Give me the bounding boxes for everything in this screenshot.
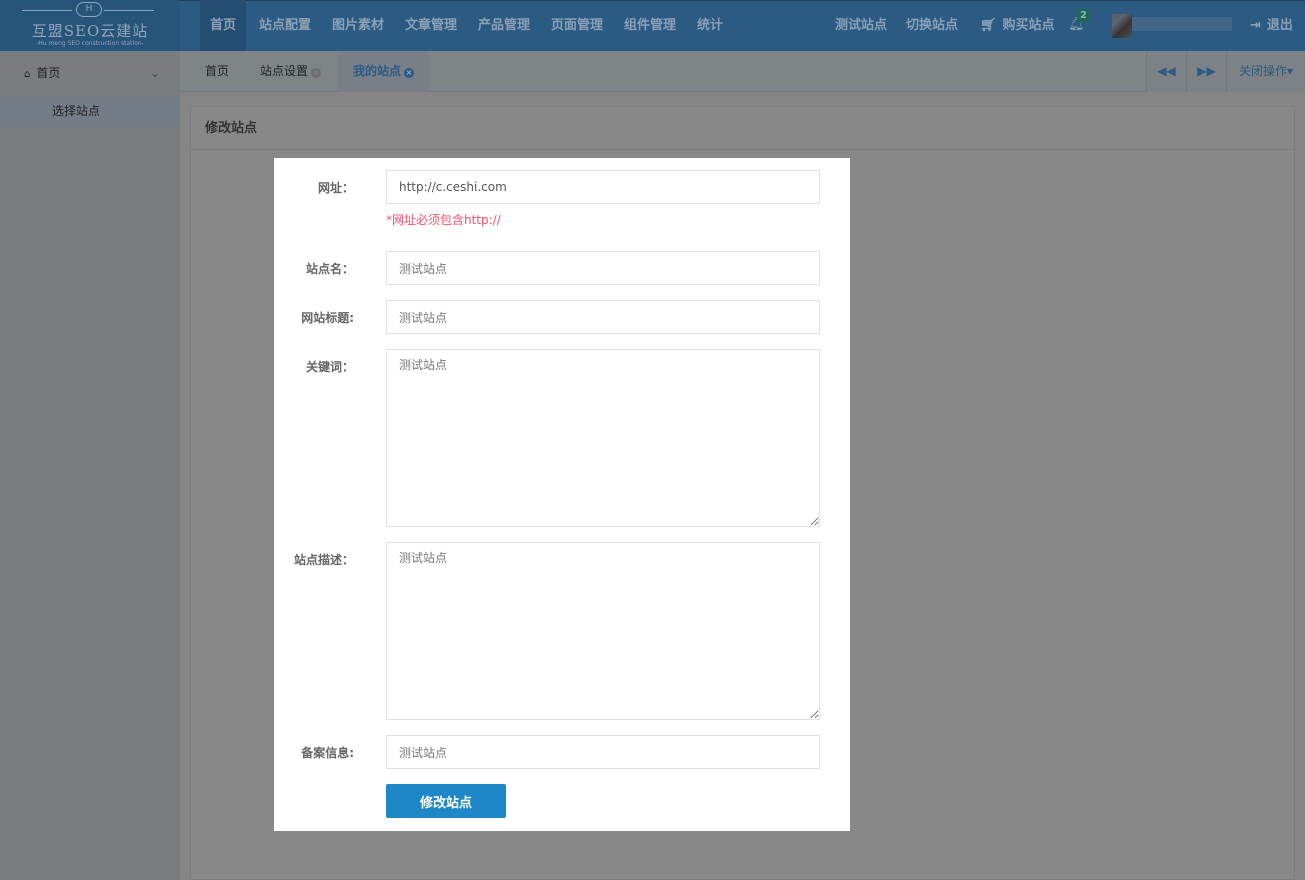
cart-icon: 🛒︎ <box>980 18 997 33</box>
logo-subtitle: -Hu meng SEO construction station- <box>36 40 144 47</box>
tab-my-sites[interactable]: 我的站点 × <box>338 51 430 92</box>
test-site-link[interactable]: 测试站点 <box>825 0 897 51</box>
home-icon: ⌂ <box>24 69 31 80</box>
scroll-right-button[interactable]: ▶▶ <box>1186 51 1226 92</box>
logout-label: 退出 <box>1266 18 1293 33</box>
url-hint: *网址必须包含http:// <box>386 213 501 227</box>
backward-icon: ◀◀ <box>1157 64 1176 78</box>
description-label: 站点描述： <box>293 553 354 567</box>
switch-site-link[interactable]: 切换站点 <box>896 0 968 51</box>
close-icon[interactable]: × <box>311 68 322 78</box>
tab-label: 首页 <box>205 64 230 78</box>
logout-link[interactable]: ⇥ 退出 <box>1240 0 1303 51</box>
sidebar-home-label: 首页 <box>36 66 61 80</box>
tab-label: 站点设置 <box>260 64 309 78</box>
sidebar: ⌂ 首页 ⌄ 选择站点 <box>0 51 180 880</box>
chevron-down-icon: ⌄ <box>149 66 160 80</box>
cloud-icon: H <box>76 2 102 17</box>
icp-input[interactable] <box>386 735 820 769</box>
nav-components[interactable]: 组件管理 <box>614 0 686 51</box>
edit-site-modal: 网址： *网址必须包含http:// 站点名： 网站标题: 关键词： 测试站点 … <box>274 158 850 831</box>
nav-stats[interactable]: 统计 <box>687 0 733 51</box>
nav-home[interactable]: 首页 <box>200 0 247 51</box>
nav-images[interactable]: 图片素材 <box>322 0 394 51</box>
caret-down-icon: ▾ <box>1286 64 1294 78</box>
logo-title: 互盟SEO云建站 <box>31 22 149 40</box>
buy-site-link[interactable]: 🛒︎ 购买站点 <box>970 0 1065 51</box>
username-blurred <box>1132 17 1232 31</box>
close-operations-dropdown[interactable]: 关闭操作▾ <box>1226 51 1305 92</box>
nav-pages[interactable]: 页面管理 <box>541 0 613 51</box>
site-name-input[interactable] <box>386 251 820 285</box>
buy-site-label: 购买站点 <box>1002 18 1055 33</box>
icp-label: 备案信息: <box>301 746 354 760</box>
url-label: 网址： <box>317 181 354 195</box>
logout-icon: ⇥ <box>1250 18 1261 33</box>
sidebar-home[interactable]: ⌂ 首页 ⌄ <box>0 51 180 96</box>
forward-icon: ▶▶ <box>1197 64 1216 78</box>
tab-label: 我的站点 <box>353 64 402 78</box>
panel-title: 修改站点 <box>191 107 1294 150</box>
logo[interactable]: H 互盟SEO云建站 -Hu meng SEO construction sta… <box>0 0 180 51</box>
avatar[interactable] <box>1112 14 1132 38</box>
notification-badge: 2 <box>1077 9 1090 22</box>
site-title-label: 网站标题: <box>301 311 354 325</box>
close-ops-label: 关闭操作 <box>1238 64 1287 78</box>
nav-products[interactable]: 产品管理 <box>468 0 540 51</box>
scroll-left-button[interactable]: ◀◀ <box>1146 51 1186 92</box>
description-textarea[interactable]: 测试站点 <box>386 542 820 720</box>
tab-site-settings[interactable]: 站点设置 × <box>245 51 336 92</box>
keywords-label: 关键词： <box>305 360 354 374</box>
close-icon[interactable]: × <box>404 68 415 78</box>
tab-home[interactable]: 首页 <box>190 51 244 92</box>
submit-edit-site-button[interactable]: 修改站点 <box>386 784 506 818</box>
site-title-input[interactable] <box>386 300 820 334</box>
keywords-textarea[interactable]: 测试站点 <box>386 349 820 527</box>
url-input[interactable] <box>386 170 820 204</box>
sidebar-item-select-site[interactable]: 选择站点 <box>0 96 180 127</box>
nav-articles[interactable]: 文章管理 <box>395 0 467 51</box>
site-name-label: 站点名： <box>305 262 354 276</box>
nav-site-config[interactable]: 站点配置 <box>249 0 321 51</box>
